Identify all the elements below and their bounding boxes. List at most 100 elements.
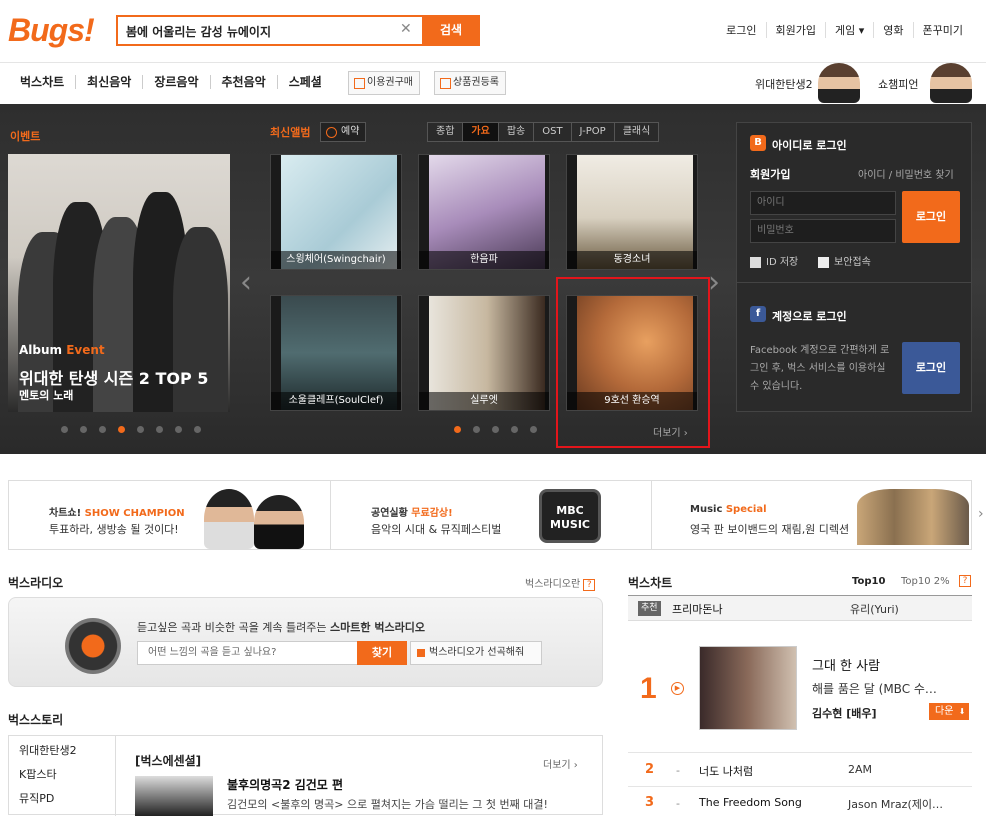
story-more-link[interactable]: 더보기 › [543, 756, 578, 771]
story-title: 벅스스토리 [8, 713, 64, 727]
join-link[interactable]: 회원가입 [750, 166, 790, 182]
prev-arrow-icon[interactable]: ‹ [240, 265, 252, 300]
chart-artist[interactable]: 2AM [848, 763, 872, 776]
chart-song[interactable]: 너도 나처럼 [699, 763, 753, 779]
top-album[interactable]: 해를 품은 달 (MBC 수… [812, 680, 937, 697]
recommend-artist[interactable]: 유리(Yuri) [850, 601, 899, 617]
top-album-cover[interactable] [699, 646, 797, 730]
highlight-box [556, 277, 710, 448]
tab-top10[interactable]: Top10 [852, 576, 885, 587]
event-dot[interactable] [61, 426, 68, 433]
tab-kpop[interactable]: 가요 [462, 122, 499, 142]
album-pagination [454, 426, 537, 433]
event-dot[interactable] [194, 426, 201, 433]
password-input[interactable]: 비밀번호 [750, 219, 896, 243]
album-card[interactable]: 실루엣 [418, 295, 550, 411]
story-side-item[interactable]: 뮤직PD [19, 790, 115, 814]
story-side-item[interactable]: K팝스타 [19, 766, 115, 790]
album-name: 동경소녀 [567, 251, 697, 269]
tab-top10-2pct[interactable]: Top10 2% [901, 576, 950, 587]
id-input[interactable]: 아이디 [750, 191, 896, 215]
album-dot[interactable] [473, 426, 480, 433]
story-thumbnail[interactable] [135, 776, 213, 816]
radio-pick-button[interactable]: 벅스라디오가 선곡해줘 [410, 641, 542, 665]
event-dot[interactable] [175, 426, 182, 433]
game-link[interactable]: 게임 ▾ [825, 22, 873, 38]
banner-mbc-music[interactable]: 공연실황 무료감상! 음악의 시대 & 뮤직페스티벌 MBC MUSIC [330, 481, 651, 549]
event-dot[interactable] [99, 426, 106, 433]
tab-pop[interactable]: 팝송 [497, 122, 535, 142]
story-side-item[interactable]: 위대한탄생2 [19, 742, 115, 766]
nav-genre[interactable]: 장르음악 [142, 75, 209, 89]
album-dot[interactable] [492, 426, 499, 433]
checkbox-checked-icon [818, 256, 829, 268]
event-dot[interactable] [137, 426, 144, 433]
clear-icon[interactable]: ✕ [400, 21, 412, 37]
nav-recommend[interactable]: 추천음악 [209, 75, 277, 89]
login-button[interactable]: 로그인 [902, 191, 960, 243]
download-button[interactable]: 다운 ⬇ [929, 703, 970, 720]
tab-ost[interactable]: OST [533, 122, 572, 142]
chart-song[interactable]: The Freedom Song [699, 796, 802, 809]
phone-deco-link[interactable]: 폰꾸미기 [912, 22, 972, 38]
nav-latest[interactable]: 최신음악 [75, 75, 142, 89]
radio-find-button[interactable]: 찾기 [357, 641, 407, 665]
album-card[interactable]: 한음파 [418, 154, 550, 270]
chart-title: 벅스차트 [628, 576, 673, 590]
play-icon[interactable]: ▶ [671, 682, 684, 695]
event-dot-active[interactable] [118, 426, 125, 433]
reserve-button[interactable]: 예약 [320, 122, 367, 142]
radio-about-link[interactable]: 벅스라디오란? [525, 575, 596, 591]
search-button[interactable]: 검색 [422, 15, 480, 46]
save-id-checkbox[interactable]: ID 저장 [750, 253, 798, 268]
secure-login-checkbox[interactable]: 보안접속 [818, 253, 871, 268]
event-title[interactable]: 위대한 탄생 시즌 2 TOP 5 [19, 365, 208, 389]
banner-person-image [204, 489, 254, 549]
help-icon[interactable]: ? [959, 575, 971, 587]
download-icon: ⬇ [958, 707, 966, 716]
album-dot[interactable] [511, 426, 518, 433]
fb-login-button[interactable]: 로그인 [902, 342, 960, 394]
tab-all[interactable]: 종합 [427, 122, 464, 142]
event-dot[interactable] [156, 426, 163, 433]
top-song[interactable]: 그대 한 사람 [812, 655, 880, 674]
top-artist[interactable]: 김수현 [배우] [812, 705, 876, 721]
album-dot-active[interactable] [454, 426, 461, 433]
album-card[interactable]: 스윙체어(Swingchair) [270, 154, 402, 270]
main-nav: 벅스차트 최신음악 장르음악 추천음악 스페셜 이용권구매 상품권등록 위대한탄… [0, 62, 986, 104]
find-account-link[interactable]: 아이디 / 비밀번호 찾기 [858, 166, 954, 181]
recommend-row[interactable]: 추천 프리마돈나 유리(Yuri) [628, 595, 972, 621]
buy-pass-button[interactable]: 이용권구매 [348, 71, 420, 95]
banner-small: 차트쇼! SHOW CHAMPION [49, 508, 185, 519]
rank-2: 2 [645, 762, 655, 777]
login-link[interactable]: 로그인 [717, 22, 765, 38]
banner-text: 투표하라, 생방송 될 것이다! [49, 523, 179, 536]
banner-one-direction[interactable]: Music Special 영국 판 보이밴드의 재림,원 디렉션 [651, 481, 972, 549]
tab-jpop[interactable]: J-POP [570, 122, 615, 142]
checkbox-icon [750, 256, 761, 268]
radio-search-input[interactable]: 어떤 느낌의 곡을 듣고 싶나요? [137, 641, 359, 665]
banner-show-champion[interactable]: 차트쇼! SHOW CHAMPION 투표하라, 생방송 될 것이다! [9, 481, 330, 549]
nav-special[interactable]: 스페셜 [276, 75, 333, 89]
album-card[interactable]: 동경소녀 [566, 154, 698, 270]
story-panel: 위대한탄생2 K팝스타 뮤직PD [벅스에센셜] 더보기 › 불후의명곡2 김건… [8, 735, 603, 816]
album-dot[interactable] [530, 426, 537, 433]
movie-link[interactable]: 영화 [873, 22, 912, 38]
album-card[interactable]: 소울클레프(SoulClef) [270, 295, 402, 411]
chart-divider [628, 752, 972, 753]
gift-register-button[interactable]: 상품권등록 [434, 71, 506, 95]
promo-show-champion[interactable]: 쇼챔피언 [878, 76, 918, 92]
banner-next-icon[interactable]: › [978, 506, 984, 522]
recommend-song[interactable]: 프리마돈나 [672, 601, 723, 617]
search-input[interactable] [126, 21, 396, 41]
join-link[interactable]: 회원가입 [765, 22, 825, 38]
promo-great-birth[interactable]: 위대한탄생2 [755, 76, 813, 92]
nav-chart[interactable]: 벅스차트 [12, 75, 75, 89]
bugs-logo[interactable]: Bugs! [8, 12, 95, 49]
chart-artist[interactable]: Jason Mraz(제이… [848, 796, 943, 812]
story-item-title[interactable]: 불후의명곡2 김건모 편 [227, 776, 343, 793]
tab-classic[interactable]: 클래식 [613, 122, 660, 142]
radio-disc-icon [65, 618, 121, 674]
event-dot[interactable] [80, 426, 87, 433]
rank-3: 3 [645, 795, 655, 810]
